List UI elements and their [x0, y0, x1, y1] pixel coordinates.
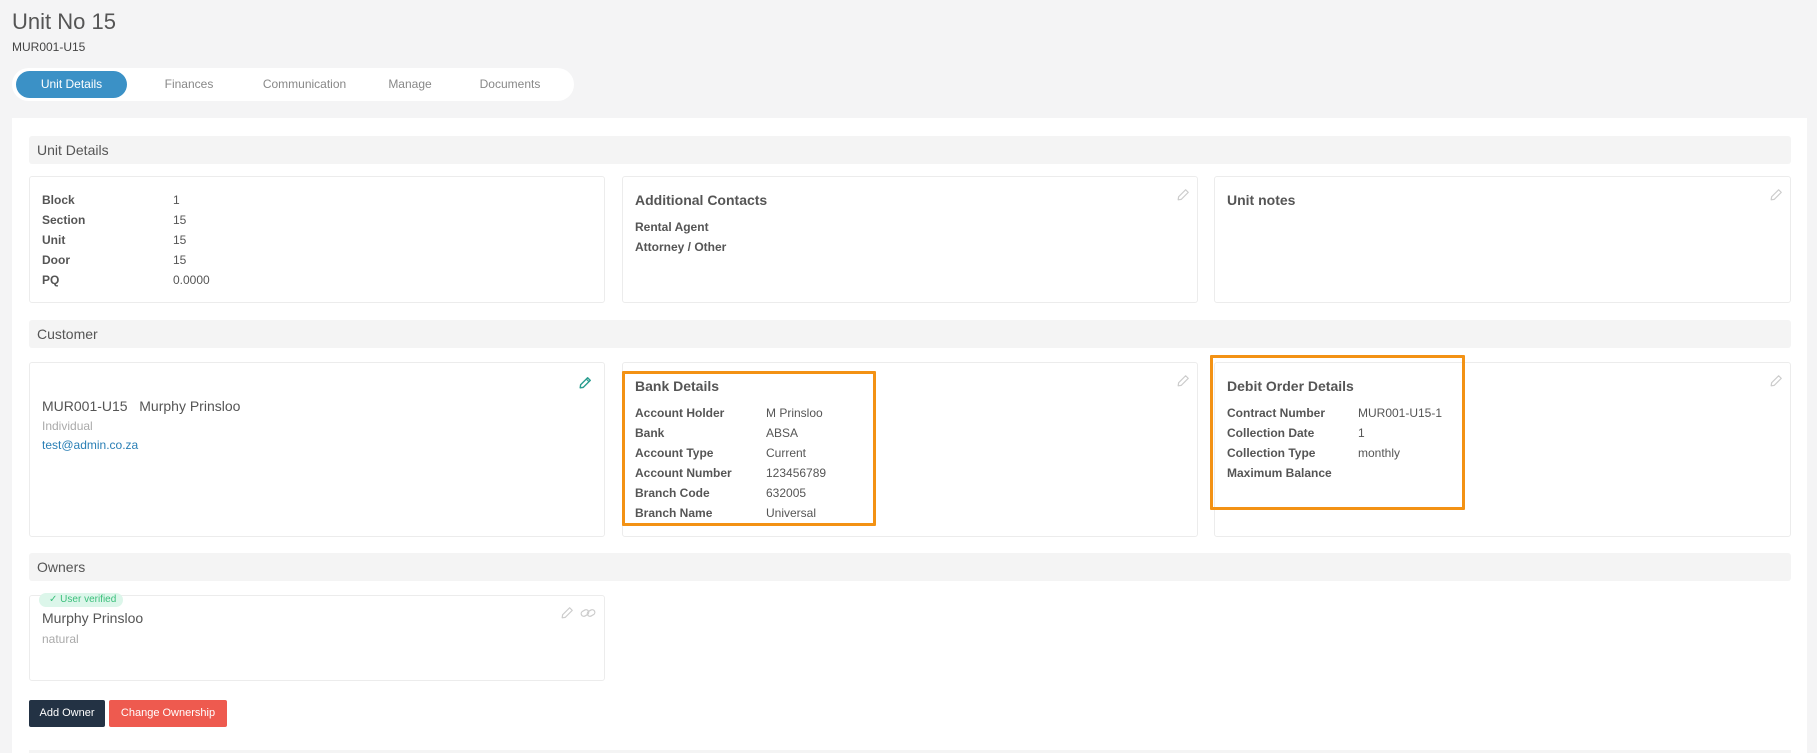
- pencil-icon[interactable]: [1769, 188, 1783, 202]
- owner-card: ✓ User verified Murphy Prinsloo natural: [29, 593, 605, 681]
- additional-contacts-card: Additional Contacts Rental Agent Attorne…: [622, 176, 1198, 303]
- section-customer: Customer: [29, 320, 1791, 348]
- customer-card: MUR001-U15 Murphy Prinsloo Individual te…: [29, 362, 605, 537]
- tab-documents[interactable]: Documents: [458, 71, 562, 98]
- unit-value: 15: [173, 233, 187, 247]
- pencil-icon[interactable]: [560, 606, 574, 620]
- owner-type: natural: [42, 632, 79, 646]
- pq-value: 0.0000: [173, 273, 210, 287]
- unit-notes-title: Unit notes: [1227, 192, 1296, 208]
- tab-finances[interactable]: Finances: [137, 71, 241, 98]
- pencil-icon[interactable]: [1176, 188, 1190, 202]
- bank-details-highlight: [622, 371, 876, 526]
- tab-manage[interactable]: Manage: [366, 71, 454, 98]
- section-value: 15: [173, 213, 187, 227]
- check-icon: ✓: [49, 594, 58, 605]
- additional-contacts-title: Additional Contacts: [635, 192, 768, 208]
- customer-code-name: MUR001-U15 Murphy Prinsloo: [42, 398, 240, 414]
- unit-label: Unit: [42, 233, 66, 247]
- unit-info-card: Block 1 Section 15 Unit 15 Door 15 PQ 0.…: [29, 176, 605, 303]
- tab-communication[interactable]: Communication: [247, 71, 362, 98]
- customer-email-link[interactable]: test@admin.co.za: [42, 438, 138, 452]
- change-ownership-button[interactable]: Change Ownership: [109, 700, 227, 727]
- section-owners: Owners: [29, 553, 1791, 581]
- link-icon[interactable]: [580, 606, 596, 620]
- customer-name: Murphy Prinsloo: [139, 398, 241, 414]
- user-verified-label: User verified: [60, 594, 117, 605]
- pencil-icon[interactable]: [578, 376, 592, 390]
- customer-type: Individual: [42, 419, 93, 433]
- tab-unit-details[interactable]: Unit Details: [16, 71, 127, 98]
- debit-order-highlight: [1210, 355, 1465, 510]
- unit-notes-card: Unit notes: [1214, 176, 1791, 303]
- block-label: Block: [42, 193, 75, 207]
- page-title: Unit No 15: [12, 9, 116, 34]
- tab-bar: Unit Details Finances Communication Mana…: [12, 68, 574, 101]
- pencil-icon[interactable]: [1176, 374, 1190, 388]
- add-owner-button[interactable]: Add Owner: [29, 700, 105, 727]
- attorney-other-label: Attorney / Other: [635, 240, 727, 254]
- block-value: 1: [173, 193, 180, 207]
- owner-name: Murphy Prinsloo: [42, 610, 144, 626]
- door-label: Door: [42, 253, 70, 267]
- rental-agent-label: Rental Agent: [635, 220, 709, 234]
- page-subtitle: MUR001-U15: [12, 40, 86, 54]
- section-unit-details: Unit Details: [29, 136, 1791, 164]
- pencil-icon[interactable]: [1769, 374, 1783, 388]
- section-label: Section: [42, 213, 86, 227]
- pq-label: PQ: [42, 273, 60, 287]
- customer-code: MUR001-U15: [42, 398, 128, 414]
- door-value: 15: [173, 253, 187, 267]
- user-verified-badge: ✓ User verified: [39, 593, 124, 607]
